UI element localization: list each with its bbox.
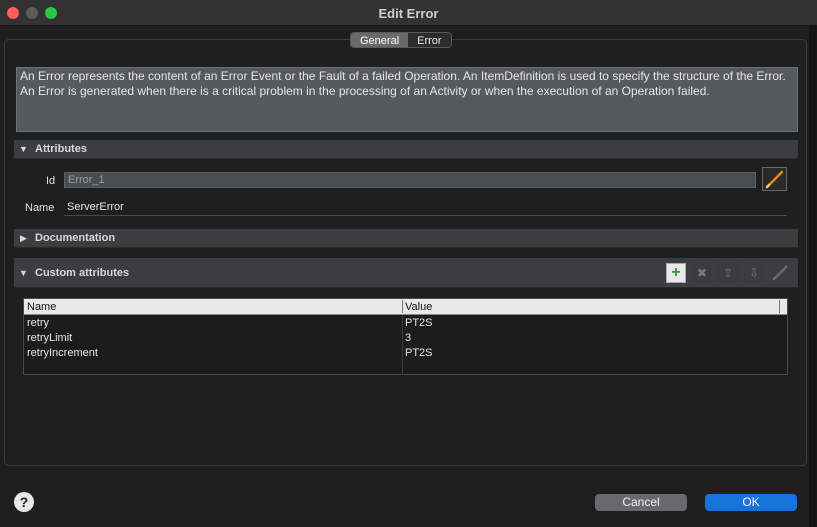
attributes-section-label: Attributes: [35, 143, 87, 155]
move-up-button[interactable]: ⇧: [718, 263, 738, 283]
add-icon: +: [671, 264, 681, 281]
name-field[interactable]: ServerError: [64, 200, 787, 216]
name-label: Name: [25, 202, 55, 214]
chevron-down-icon: ▼: [19, 144, 28, 154]
edit-attribute-button[interactable]: [770, 263, 790, 283]
chevron-right-icon: ▶: [20, 233, 27, 243]
custom-attributes-table: Name Value retry PT2S retryLimit 3 retry…: [23, 298, 788, 375]
column-header-name[interactable]: Name: [27, 301, 56, 313]
edit-id-button[interactable]: [762, 167, 787, 191]
column-header-value[interactable]: Value: [405, 301, 432, 313]
chevron-down-icon: ▼: [19, 268, 28, 278]
table-cell-name[interactable]: retryIncrement: [27, 347, 98, 359]
table-cell-name[interactable]: retryLimit: [27, 332, 72, 344]
documentation-section-label: Documentation: [35, 232, 116, 244]
column-divider[interactable]: [402, 300, 403, 313]
cancel-button[interactable]: Cancel: [595, 494, 687, 511]
add-attribute-button[interactable]: +: [666, 263, 686, 283]
remove-attribute-button[interactable]: ✖: [692, 263, 712, 283]
table-cell-name[interactable]: retry: [27, 317, 49, 329]
custom-attributes-section-label: Custom attributes: [35, 267, 130, 279]
column-divider[interactable]: [779, 300, 780, 313]
remove-icon: ✖: [696, 266, 708, 280]
edit-pencil-icon: [772, 265, 788, 281]
window-title: Edit Error: [378, 6, 439, 21]
tab-general[interactable]: General: [351, 33, 409, 47]
table-cell-value[interactable]: PT2S: [405, 317, 433, 329]
description-text: An Error represents the content of an Er…: [16, 67, 798, 132]
tab-bar: General Error: [350, 32, 452, 48]
id-field[interactable]: Error_1: [64, 172, 756, 188]
column-separator: [402, 315, 403, 374]
window-edge: [809, 26, 817, 527]
attributes-section-header[interactable]: ▼ Attributes: [14, 140, 798, 159]
table-cell-value[interactable]: PT2S: [405, 347, 433, 359]
move-down-icon: ⇩: [748, 266, 760, 280]
table-header: Name Value: [24, 299, 787, 315]
ok-button[interactable]: OK: [705, 494, 797, 511]
tab-error[interactable]: Error: [408, 33, 451, 47]
pencil-icon: [765, 170, 784, 189]
title-bar: Edit Error: [0, 0, 817, 26]
help-button[interactable]: ?: [14, 492, 34, 512]
move-down-button[interactable]: ⇩: [744, 263, 764, 283]
table-cell-value[interactable]: 3: [405, 332, 411, 344]
documentation-section-header[interactable]: ▶ Documentation: [14, 229, 798, 248]
id-label: Id: [46, 175, 56, 187]
move-up-icon: ⇧: [722, 266, 734, 280]
